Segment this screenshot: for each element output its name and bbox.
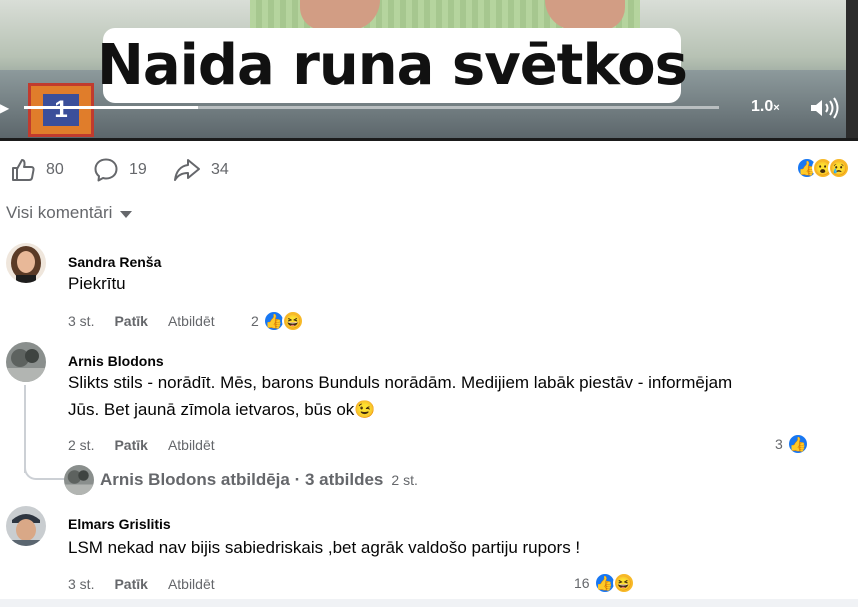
channel-logo-glyph: 1 xyxy=(43,94,79,126)
wink-emoji: 😉 xyxy=(354,400,376,419)
caret-down-icon xyxy=(120,211,133,218)
video-bottom-edge xyxy=(0,138,858,141)
reply-comment-button[interactable]: Atbildēt xyxy=(168,437,215,453)
comment-reactions[interactable]: 16 👍 😆 xyxy=(574,572,635,594)
view-replies-link[interactable]: Arnis Blodons atbildēja · 3 atbildes 2 s… xyxy=(64,465,418,495)
comment-reaction-count: 2 xyxy=(251,313,259,329)
comment-meta: 3 st. Patīk Atbildēt xyxy=(68,313,215,329)
share-count: 34 xyxy=(211,161,229,178)
avatar-portrait xyxy=(6,506,46,546)
comment-filter-dropdown[interactable]: Visi komentāri xyxy=(6,203,133,223)
like-comment-button[interactable]: Patīk xyxy=(114,437,147,453)
comment-bubble-icon xyxy=(94,158,118,182)
comment-text-line: Jūs. Bet jaunā zīmola ietvaros, būs ok😉 xyxy=(68,396,838,423)
post-reactions[interactable]: 👍 😮 😢 xyxy=(796,157,850,179)
speed-suffix: × xyxy=(773,102,780,114)
comment-text-line: Slikts stils - norādīt. Mēs, barons Bund… xyxy=(68,373,733,392)
share-action[interactable]: 34 xyxy=(173,152,229,188)
comment-reaction-count: 16 xyxy=(574,575,590,591)
avatar[interactable] xyxy=(6,342,46,382)
video-progress-fill xyxy=(24,106,198,109)
comment-reaction-count: 3 xyxy=(775,436,783,452)
play-icon[interactable]: ▶ xyxy=(0,102,9,114)
comment-meta: 2 st. Patīk Atbildēt xyxy=(68,437,215,453)
comment-count: 19 xyxy=(129,161,147,178)
reply-avatar xyxy=(64,465,94,495)
comment-author[interactable]: Sandra Renša xyxy=(68,254,161,270)
thumbs-up-icon xyxy=(12,159,35,181)
reply-time: 2 st. xyxy=(391,472,418,488)
comment-time[interactable]: 3 st. xyxy=(68,576,94,592)
avatar[interactable] xyxy=(6,243,46,283)
avatar[interactable] xyxy=(6,506,46,546)
channel-logo: 1 xyxy=(28,83,94,137)
volume-icon[interactable] xyxy=(808,96,844,120)
like-comment-button[interactable]: Patīk xyxy=(114,576,147,592)
post-action-bar: 80 19 34 👍 😮 😢 xyxy=(0,152,858,188)
thread-connector-curve xyxy=(24,458,66,480)
video-title: Naida runa svētkos xyxy=(97,33,688,98)
comment-text: Piekrītu xyxy=(68,274,126,293)
avatar-portrait xyxy=(64,465,94,495)
section-divider xyxy=(0,599,858,607)
reply-summary: Arnis Blodons atbildēja · 3 atbildes xyxy=(100,470,384,489)
comment-reactions[interactable]: 2 👍 😆 xyxy=(251,310,304,332)
comment-filter-label: Visi komentāri xyxy=(6,203,113,222)
comment-text: LSM nekad nav bijis sabiedriskais ,bet a… xyxy=(68,538,581,557)
like-reaction-icon: 👍 xyxy=(786,433,809,455)
avatar-portrait xyxy=(6,243,46,283)
avatar-portrait xyxy=(6,342,46,382)
comment-author[interactable]: Elmars Grislitis xyxy=(68,516,171,532)
comment-time[interactable]: 3 st. xyxy=(68,313,94,329)
comment-reactions[interactable]: 3 👍 xyxy=(775,433,809,455)
playback-speed-button[interactable]: 1.0× xyxy=(751,98,780,116)
like-action[interactable]: 80 xyxy=(10,152,64,188)
video-player[interactable]: 1 Naida runa svētkos ▶ 1.0× xyxy=(0,0,858,141)
comment-text: Slikts stils - norādīt. Mēs, barons Bund… xyxy=(68,369,838,423)
video-title-banner: Naida runa svētkos xyxy=(97,28,688,103)
speed-value: 1.0 xyxy=(751,98,774,115)
comment-author[interactable]: Arnis Blodons xyxy=(68,353,164,369)
sad-reaction-icon: 😢 xyxy=(828,157,850,179)
like-count: 80 xyxy=(46,161,64,178)
reply-comment-button[interactable]: Atbildēt xyxy=(168,576,215,592)
video-progress-bar[interactable] xyxy=(24,106,719,109)
comment-time[interactable]: 2 st. xyxy=(68,437,94,453)
like-comment-button[interactable]: Patīk xyxy=(114,313,147,329)
comment-action[interactable]: 19 xyxy=(93,152,147,188)
reply-comment-button[interactable]: Atbildēt xyxy=(168,313,215,329)
comment-meta: 3 st. Patīk Atbildēt xyxy=(68,576,215,592)
share-arrow-icon xyxy=(174,159,200,181)
video-frame-edge xyxy=(846,0,858,141)
haha-reaction-icon: 😆 xyxy=(612,572,635,594)
haha-reaction-icon: 😆 xyxy=(281,310,304,332)
comment-text-line-content: Jūs. Bet jaunā zīmola ietvaros, būs ok xyxy=(68,400,355,419)
